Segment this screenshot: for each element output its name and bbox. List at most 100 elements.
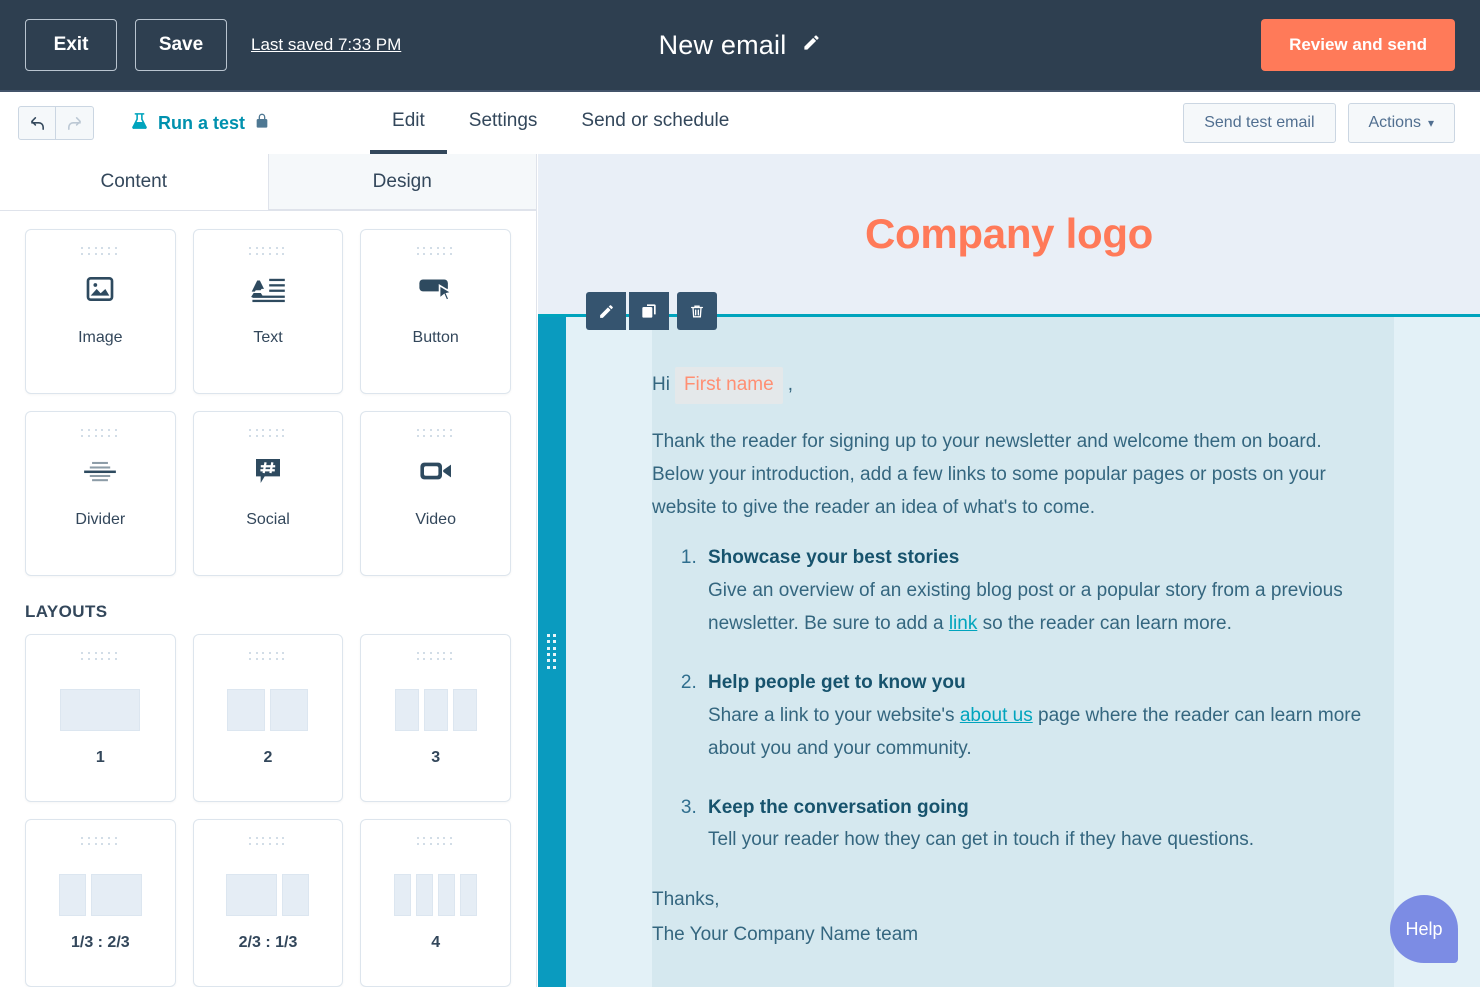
block-label: Social <box>246 511 290 528</box>
layout-card-3[interactable]: 3 <box>360 634 511 802</box>
run-a-test-button[interactable]: Run a test <box>130 111 270 136</box>
undo-button[interactable] <box>18 106 56 140</box>
module-drag-handle[interactable] <box>538 317 566 987</box>
numbered-tips-list: Showcase your best stories Give an overv… <box>676 542 1364 857</box>
content-sidebar: Content Design Image Text Button Divider… <box>0 154 537 987</box>
button-icon <box>417 248 455 329</box>
selected-email-module[interactable]: Hi First name , Thank the reader for sig… <box>538 292 1480 987</box>
block-label: Divider <box>75 511 126 528</box>
tip-heading: Keep the conversation going <box>708 796 969 818</box>
inline-link[interactable]: link <box>949 613 978 634</box>
block-label: Text <box>253 329 283 346</box>
layout-preview <box>60 689 141 731</box>
block-card-divider[interactable]: Divider <box>25 411 176 576</box>
layout-preview <box>227 689 309 731</box>
save-button[interactable]: Save <box>135 19 227 71</box>
panel-tab-content[interactable]: Content <box>0 154 268 210</box>
actions-label: Actions <box>1368 114 1421 131</box>
layouts-section-title: LAYOUTS <box>25 602 108 621</box>
drag-grip-icon <box>416 837 455 846</box>
tip-body: Tell your reader how they can get in tou… <box>708 829 1255 851</box>
layout-preview <box>58 874 142 916</box>
send-test-email-button[interactable]: Send test email <box>1183 103 1336 143</box>
greeting-line: Hi First name , <box>652 367 1364 404</box>
layout-card-2-3-1-3[interactable]: 2/3 : 1/3 <box>192 819 344 987</box>
layout-preview <box>226 874 310 916</box>
greeting-suffix: , <box>787 374 793 395</box>
block-card-video[interactable]: Video <box>360 411 511 576</box>
delete-module-button[interactable] <box>677 292 717 330</box>
drag-grip-icon <box>248 837 287 846</box>
tip-heading: Showcase your best stories <box>708 547 960 569</box>
duplicate-module-button[interactable] <box>629 292 669 330</box>
review-and-send-button[interactable]: Review and send <box>1261 19 1455 71</box>
block-label: Button <box>412 329 459 346</box>
page-title: New email <box>658 29 787 60</box>
flask-icon <box>130 111 149 136</box>
module-action-toolbar <box>586 292 717 330</box>
email-body-text[interactable]: Hi First name , Thank the reader for sig… <box>652 317 1394 987</box>
layout-preview <box>394 689 477 731</box>
panel-tab-design[interactable]: Design <box>267 154 536 210</box>
lock-icon <box>254 112 270 135</box>
block-label: Video <box>415 511 456 528</box>
sign-team: The Your Company Name team <box>652 923 919 945</box>
layout-card-2[interactable]: 2 <box>192 634 344 802</box>
list-item: Help people get to know you Share a link… <box>702 667 1364 766</box>
layout-label: 3 <box>431 749 441 766</box>
tip-heading: Help people get to know you <box>708 672 966 694</box>
layouts-grid: 1 2 3 1/3 : 2/3 2/3: 1/3 4 <box>0 634 536 987</box>
tip-body-after: so the reader can learn more. <box>977 613 1232 635</box>
email-preview-canvas: Company logo Hi First name , Thank the r… <box>538 154 1480 987</box>
sign-off: Thanks, <box>652 889 720 911</box>
tip-body: Give an overview of an existing blog pos… <box>708 575 1364 641</box>
email-closing: Thanks, The Your Company Name team <box>652 883 1364 951</box>
top-header-left-group: Exit Save Last saved 7:33 PM <box>0 19 401 71</box>
list-item: Keep the conversation going Tell your re… <box>702 792 1364 858</box>
divider-icon <box>83 430 117 511</box>
secondary-toolbar-right-group: Send test email Actions ▾ <box>1183 103 1480 143</box>
redo-button[interactable] <box>56 106 94 140</box>
tip-body-before: Share a link to your website's <box>708 704 960 726</box>
block-card-button[interactable]: Button <box>360 229 511 394</box>
run-a-test-label: Run a test <box>158 112 246 133</box>
intro-paragraph: Thank the reader for signing up to your … <box>652 430 1326 518</box>
secondary-toolbar: Run a test Edit Settings Send or schedul… <box>0 92 1480 154</box>
tab-settings[interactable]: Settings <box>447 92 560 154</box>
tip-body: Share a link to your website's about us … <box>708 700 1364 766</box>
edit-module-button[interactable] <box>586 292 626 330</box>
layout-label: 1/3 : 2/3 <box>70 934 130 951</box>
layout-label: 2 <box>263 749 273 766</box>
sidebar-panel-tabs: Content Design <box>0 154 536 211</box>
layout-label: 1 <box>95 749 105 766</box>
layout-card-1[interactable]: 1 <box>25 634 176 802</box>
layout-card-1-3-2-3[interactable]: 1/3 : 2/3 <box>25 819 176 987</box>
undo-redo-group <box>18 106 94 140</box>
personalization-token[interactable]: First name <box>674 367 783 404</box>
greeting-prefix: Hi <box>652 374 670 395</box>
exit-button[interactable]: Exit <box>25 19 117 71</box>
drag-grip-icon <box>416 652 455 661</box>
layout-card-4[interactable]: 4 <box>360 819 511 987</box>
tab-edit[interactable]: Edit <box>370 92 447 154</box>
pencil-icon[interactable] <box>802 33 821 57</box>
list-item: Showcase your best stories Give an overv… <box>702 542 1364 641</box>
content-blocks-grid: Image Text Button Divider Social Video <box>0 211 536 576</box>
image-icon <box>84 248 116 329</box>
inline-link[interactable]: about us <box>960 705 1033 726</box>
top-header-bar: Exit Save Last saved 7:33 PM New email R… <box>0 0 1480 92</box>
layout-label: 2/3 : 1/3 <box>238 934 298 951</box>
block-card-image[interactable]: Image <box>25 229 176 394</box>
last-saved-link[interactable]: Last saved 7:33 PM <box>251 35 401 55</box>
drag-grip-icon <box>81 837 119 846</box>
actions-dropdown-button[interactable]: Actions ▾ <box>1347 103 1455 143</box>
block-card-social[interactable]: Social <box>192 411 344 576</box>
top-header-right-group: Review and send <box>1261 19 1480 71</box>
drag-grip-icon <box>248 652 287 661</box>
help-button[interactable]: Help <box>1390 895 1458 963</box>
email-logo-module[interactable]: Company logo <box>538 154 1480 314</box>
block-card-text[interactable]: Text <box>192 229 344 394</box>
layout-preview <box>394 874 478 916</box>
tab-send-or-schedule[interactable]: Send or schedule <box>559 92 751 154</box>
social-hashtag-icon <box>252 430 284 511</box>
